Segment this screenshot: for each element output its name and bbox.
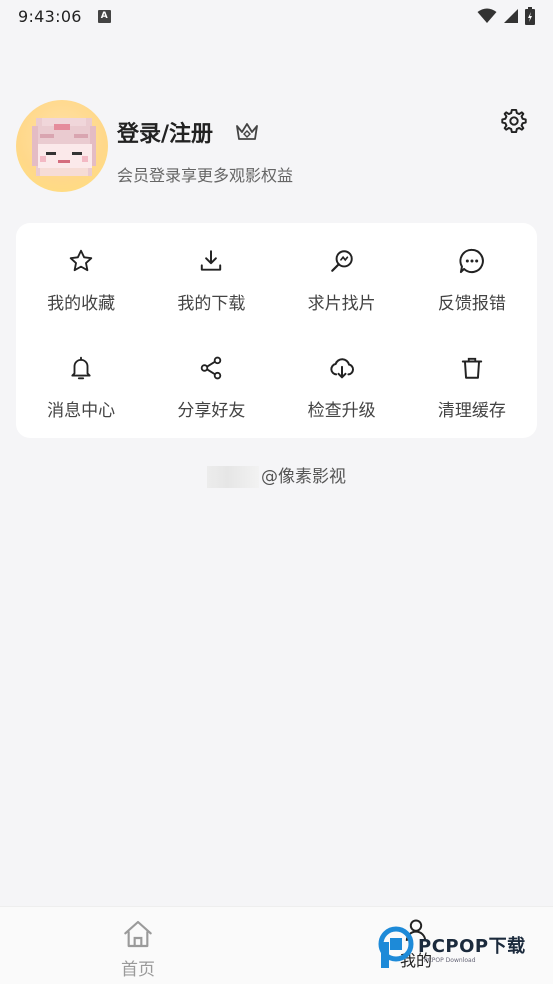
cloud-download-icon [329,358,354,379]
gear-icon[interactable] [501,108,527,134]
app-credit-text: @像素影视 [261,467,346,487]
grid-item-share[interactable]: 分享好友 [146,330,276,438]
grid-item-label: 我的收藏 [47,294,116,314]
blurred-logo [207,466,259,488]
tab-home-label: 首页 [121,960,155,980]
grid-item-label: 求片找片 [307,294,376,314]
bell-icon [71,356,91,380]
grid-item-downloads[interactable]: 我的下载 [146,223,276,330]
home-icon [124,920,152,948]
function-grid: 我的收藏 我的下载 求片找片 反馈报错 消息中心 分享好友 检查升级 清理缓存 [16,223,537,438]
grid-item-request-film[interactable]: 求片找片 [277,223,407,330]
tab-home[interactable]: 首页 [100,919,176,980]
avatar[interactable] [16,100,108,192]
grid-item-upgrade[interactable]: 检查升级 [277,330,407,438]
grid-item-messages[interactable]: 消息中心 [16,330,146,438]
a-badge-icon: A [97,9,111,23]
trash-icon [461,357,483,379]
grid-item-label: 检查升级 [307,401,376,421]
watermark: PCPOP下载 PCPOP Download [376,924,552,976]
wifi-icon [477,8,497,23]
feedback-icon [459,248,484,274]
crown-icon [236,123,258,140]
app-credit: @像素影视 [0,462,553,488]
signal-icon [504,9,518,23]
battery-icon [525,7,535,25]
star-icon [69,249,93,272]
profile-header[interactable]: 登录/注册 会员登录享更多观影权益 [16,100,537,194]
download-icon [201,250,222,271]
login-register-title[interactable]: 登录/注册 [117,116,213,148]
status-time: 9:43:06 [18,6,82,26]
watermark-brand: PCPOP下载 [418,936,526,957]
watermark-sub: PCPOP Download [424,957,476,964]
member-subtitle: 会员登录享更多观影权益 [117,166,294,185]
grid-item-label: 分享好友 [177,401,246,421]
share-icon [201,356,222,380]
status-bar: 9:43:06 A [0,0,553,32]
grid-item-favorites[interactable]: 我的收藏 [16,223,146,330]
status-icons [477,7,535,25]
grid-item-feedback[interactable]: 反馈报错 [407,223,537,330]
pcpop-logo-icon [378,926,414,968]
grid-item-label: 反馈报错 [437,294,506,314]
search-film-icon [330,250,353,272]
grid-item-clear-cache[interactable]: 清理缓存 [407,330,537,438]
grid-item-label: 清理缓存 [437,401,506,421]
grid-item-label: 消息中心 [47,401,116,421]
pixel-pig-avatar-icon [32,118,96,176]
grid-item-label: 我的下载 [177,294,246,314]
